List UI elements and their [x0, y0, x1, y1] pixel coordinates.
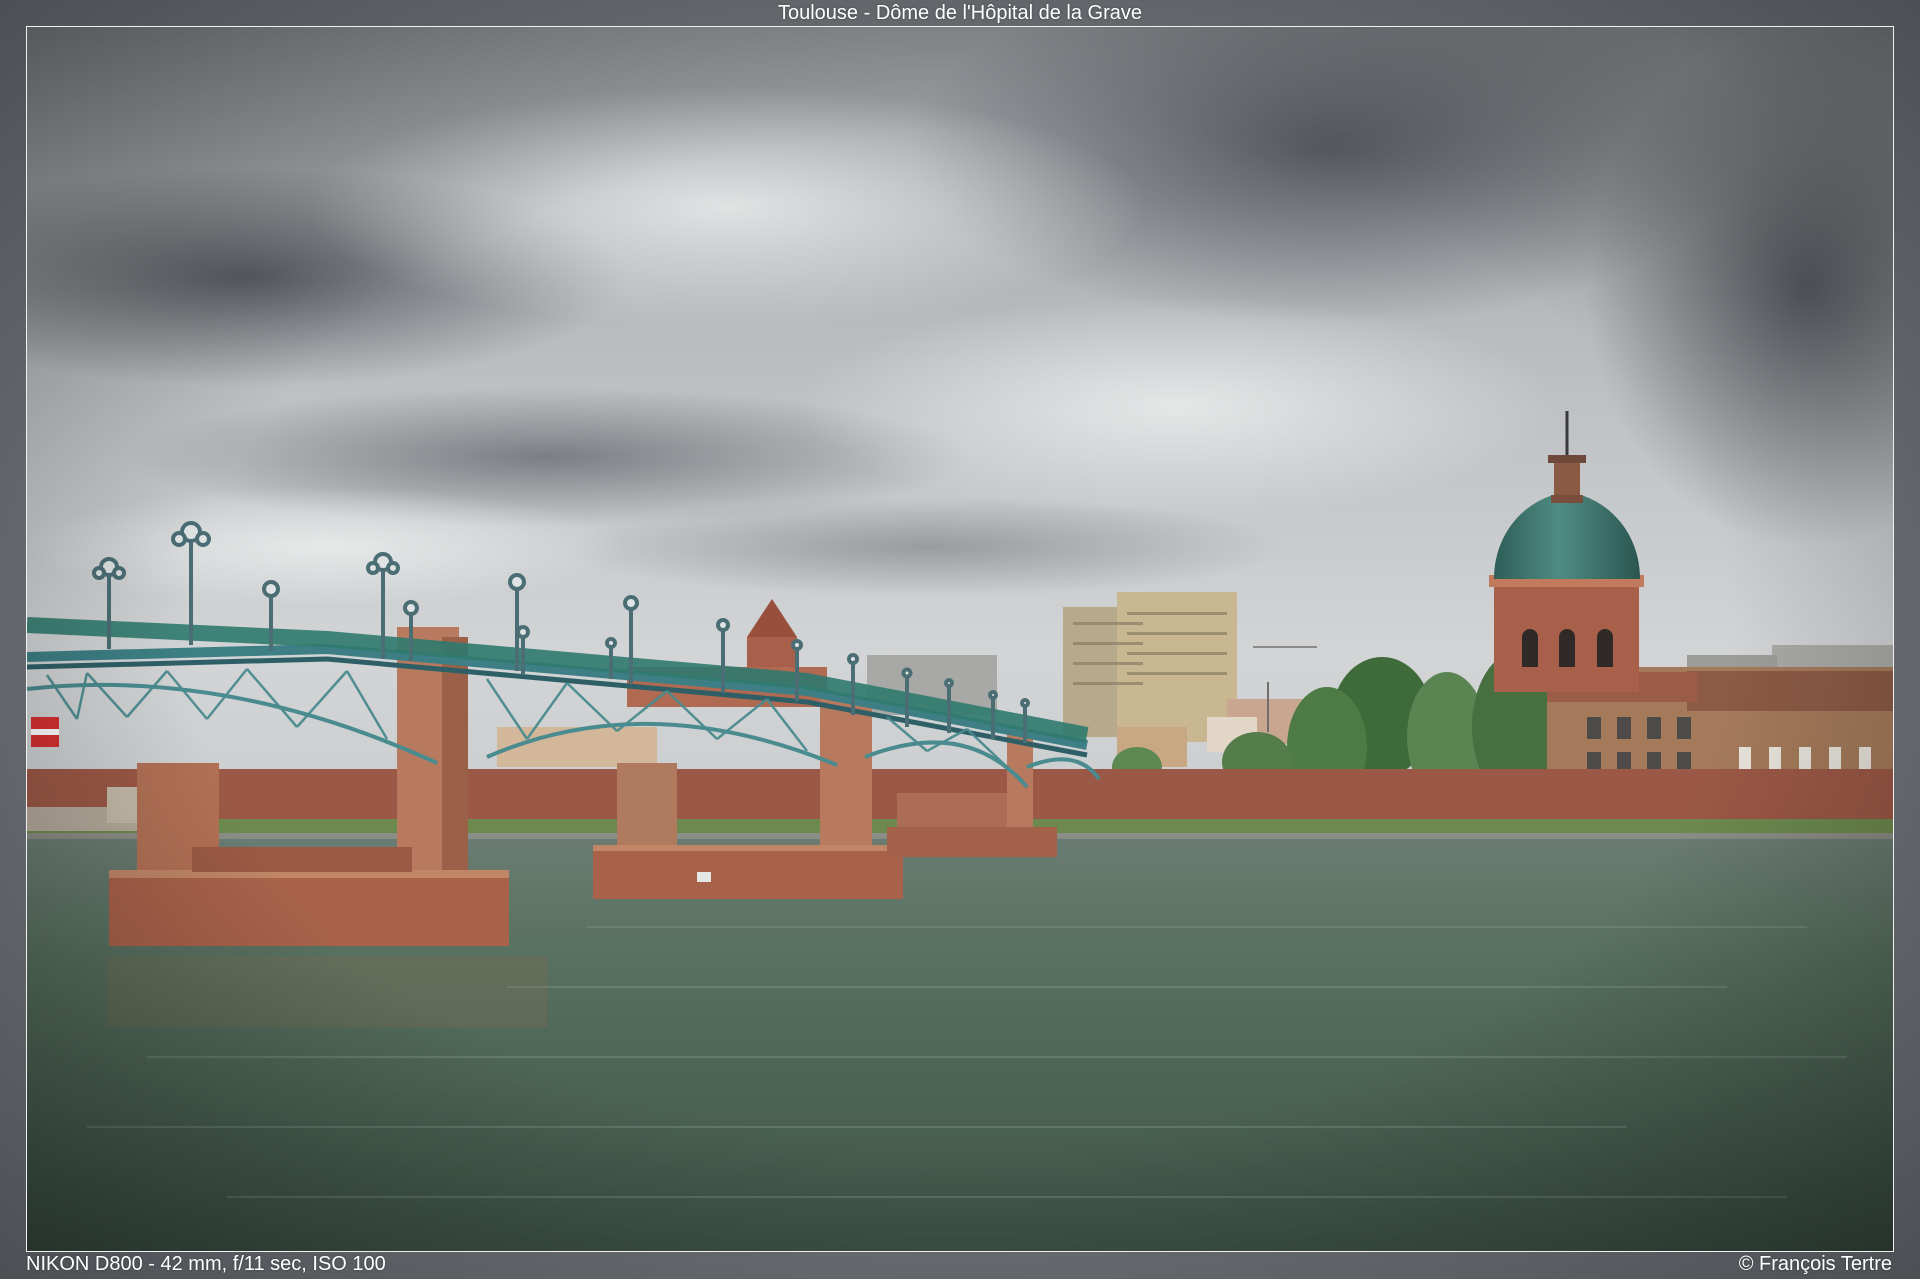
vignette: [27, 27, 1893, 1251]
photo: [26, 26, 1894, 1252]
camera-info: NIKON D800 - 42 mm, f/11 sec, ISO 100: [26, 1253, 386, 1275]
photo-title: Toulouse - Dôme de l'Hôpital de la Grave: [777, 2, 1142, 24]
photo-credit: © François Tertre: [1738, 1253, 1892, 1275]
